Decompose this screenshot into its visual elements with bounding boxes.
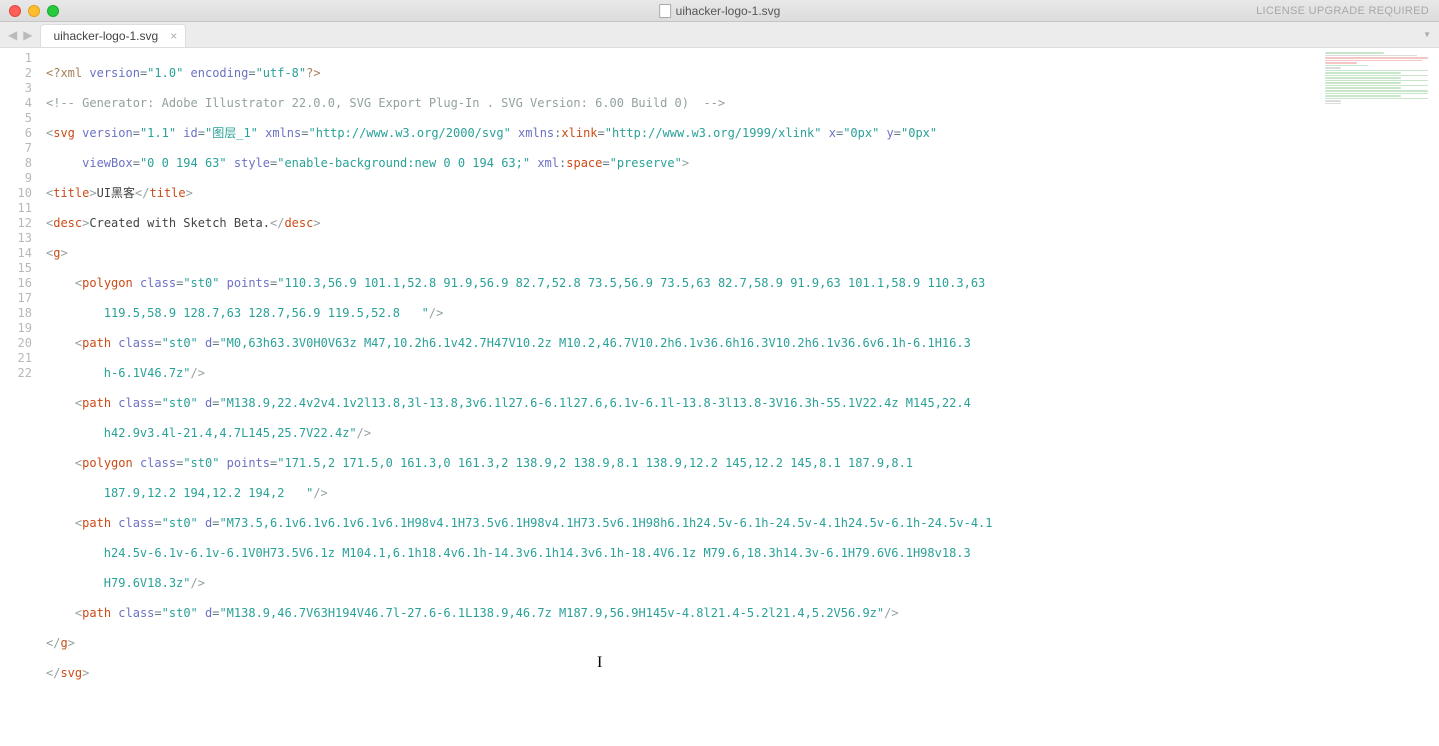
- minimap-line: [1325, 103, 1341, 105]
- tab-active[interactable]: uihacker-logo-1.svg ×: [40, 24, 186, 47]
- tab-label: uihacker-logo-1.svg: [53, 29, 158, 43]
- line-number: 7: [0, 141, 32, 156]
- line-number: 4: [0, 96, 32, 111]
- minimap-line: [1325, 72, 1401, 74]
- traffic-lights: [0, 5, 59, 17]
- code-line: <?xml version="1.0" encoding="utf-8"?>: [46, 66, 1433, 81]
- minimap-line: [1325, 52, 1384, 54]
- minimap-line: [1325, 60, 1422, 62]
- code-line: h24.5v-6.1v-6.1v-6.1V0H73.5V6.1z M104.1,…: [46, 546, 1433, 561]
- line-number: 1: [0, 51, 32, 66]
- code-line: <polygon class="st0" points="110.3,56.9 …: [46, 276, 1433, 291]
- code-line: <polygon class="st0" points="171.5,2 171…: [46, 456, 1433, 471]
- minimap-line: [1325, 67, 1341, 69]
- line-number: 22: [0, 366, 32, 381]
- line-number: 9: [0, 171, 32, 186]
- tab-dropdown-icon[interactable]: ▼: [1423, 22, 1439, 47]
- minimap-line: [1325, 62, 1357, 64]
- code-line: <path class="st0" d="M73.5,6.1v6.1v6.1v6…: [46, 516, 1433, 531]
- minimap-line: [1325, 57, 1428, 59]
- minimap-line: [1325, 95, 1401, 97]
- code-line: </g>: [46, 636, 1433, 651]
- minimap-line: [1325, 77, 1401, 79]
- minimize-icon[interactable]: [28, 5, 40, 17]
- nav-forward-icon[interactable]: ▶: [23, 28, 32, 42]
- line-number: 18: [0, 306, 32, 321]
- code-line: [46, 696, 1433, 711]
- line-number: 6: [0, 126, 32, 141]
- line-number: 15: [0, 261, 32, 276]
- license-message: LICENSE UPGRADE REQUIRED: [1256, 5, 1439, 17]
- code-line: H79.6V18.3z"/>: [46, 576, 1433, 591]
- editor: 1 2 3 4 5 6 7 8 9 10 11 12 13 14 15 16 1…: [0, 48, 1439, 746]
- window-title-text: uihacker-logo-1.svg: [676, 4, 781, 18]
- minimap-line: [1325, 75, 1428, 77]
- nav-arrows: ◀ ▶: [0, 22, 40, 47]
- minimap-line: [1325, 87, 1401, 89]
- code-area[interactable]: <?xml version="1.0" encoding="utf-8"?> <…: [40, 48, 1439, 746]
- gutter: 1 2 3 4 5 6 7 8 9 10 11 12 13 14 15 16 1…: [0, 48, 40, 746]
- minimap-line: [1325, 100, 1341, 102]
- nav-back-icon[interactable]: ◀: [8, 28, 17, 42]
- line-number: 11: [0, 201, 32, 216]
- window-title: uihacker-logo-1.svg: [659, 4, 781, 18]
- code-line: 119.5,58.9 128.7,63 128.7,56.9 119.5,52.…: [46, 306, 1433, 321]
- maximize-icon[interactable]: [47, 5, 59, 17]
- minimap-line: [1325, 80, 1428, 82]
- text-cursor-icon: I: [597, 654, 602, 672]
- code-line: </svg>: [46, 666, 1433, 681]
- code-line: viewBox="0 0 194 63" style="enable-backg…: [46, 156, 1433, 171]
- minimap-line: [1325, 82, 1401, 84]
- code-line: <desc>Created with Sketch Beta.</desc>: [46, 216, 1433, 231]
- line-number: 19: [0, 321, 32, 336]
- minimap-line: [1325, 90, 1428, 92]
- close-icon[interactable]: [9, 5, 21, 17]
- line-number: 13: [0, 231, 32, 246]
- line-number: 17: [0, 291, 32, 306]
- code-line: 187.9,12.2 194,12.2 194,2 "/>: [46, 486, 1433, 501]
- line-number: 12: [0, 216, 32, 231]
- code-line: <g>: [46, 246, 1433, 261]
- line-number: 20: [0, 336, 32, 351]
- tab-close-icon[interactable]: ×: [170, 29, 177, 43]
- line-number: 21: [0, 351, 32, 366]
- line-number: 3: [0, 81, 32, 96]
- tab-bar: ◀ ▶ uihacker-logo-1.svg × ▼: [0, 22, 1439, 48]
- minimap-line: [1325, 55, 1417, 57]
- titlebar: uihacker-logo-1.svg LICENSE UPGRADE REQU…: [0, 0, 1439, 22]
- code-line: <!-- Generator: Adobe Illustrator 22.0.0…: [46, 96, 1433, 111]
- line-number: 10: [0, 186, 32, 201]
- line-number: 14: [0, 246, 32, 261]
- code-line: <path class="st0" d="M0,63h63.3V0H0V63z …: [46, 336, 1433, 351]
- minimap-line: [1325, 65, 1368, 67]
- line-number: 5: [0, 111, 32, 126]
- minimap-line: [1325, 70, 1428, 72]
- code-line: h42.9v3.4l-21.4,4.7L145,25.7V22.4z"/>: [46, 426, 1433, 441]
- code-line: <path class="st0" d="M138.9,22.4v2v4.1v2…: [46, 396, 1433, 411]
- minimap[interactable]: [1319, 48, 1439, 108]
- code-line: <path class="st0" d="M138.9,46.7V63H194V…: [46, 606, 1433, 621]
- code-line: h-6.1V46.7z"/>: [46, 366, 1433, 381]
- code-line: <title>UI黑客</title>: [46, 186, 1433, 201]
- line-number: 16: [0, 276, 32, 291]
- minimap-line: [1325, 98, 1428, 100]
- line-number: 2: [0, 66, 32, 81]
- minimap-line: [1325, 85, 1428, 87]
- code-line: <svg version="1.1" id="图层_1" xmlns="http…: [46, 126, 1433, 141]
- minimap-line: [1325, 93, 1428, 95]
- file-icon: [659, 4, 671, 18]
- line-number: 8: [0, 156, 32, 171]
